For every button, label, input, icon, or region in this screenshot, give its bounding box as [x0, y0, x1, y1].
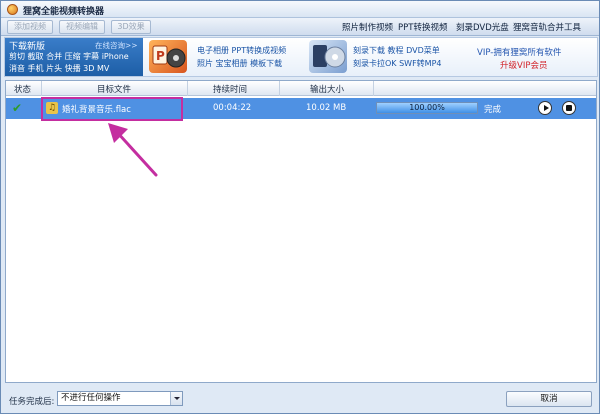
- ppt-to-video-link[interactable]: PPT转换视频: [398, 21, 447, 33]
- film-reel-icon: P: [152, 45, 186, 68]
- col-output-size[interactable]: 输出大小: [310, 83, 344, 95]
- promo-features-row-1[interactable]: 剪切 截取 合并 压缩 字幕 iPhone: [9, 51, 129, 62]
- duration-value: 00:04:22: [213, 103, 252, 113]
- title-bar: 狸窝全能视频转换器: [1, 1, 599, 18]
- burn-dvd-link[interactable]: 刻录DVD光盘: [456, 21, 509, 33]
- window-title: 狸窝全能视频转换器: [23, 7, 105, 17]
- column-divider: [187, 81, 188, 96]
- chevron-down-icon[interactable]: [170, 392, 182, 405]
- status-text: 完成: [484, 105, 502, 115]
- after-task-select-value: 不进行任何操作: [61, 393, 121, 403]
- ppt-promo-icon[interactable]: P: [149, 40, 187, 73]
- play-icon[interactable]: [538, 101, 552, 115]
- col-status[interactable]: 状态: [14, 83, 31, 95]
- audio-merge-tool-link[interactable]: 狸窝音轨合并工具: [513, 21, 581, 33]
- promo-left-panel[interactable]: 下载新版 在线咨询>> 剪切 截取 合并 压缩 字幕 iPhone 消音 手机 …: [5, 38, 143, 76]
- table-header: 状态 目标文件 持续时间 输出大小: [6, 81, 596, 96]
- output-size-value: 10.02 MB: [306, 103, 347, 113]
- toolbar: 添加视频 视频编辑 3D效果 照片制作视频 PPT转换视频 刻录DVD光盘 狸窝…: [1, 18, 599, 36]
- col-target-file[interactable]: 目标文件: [97, 83, 131, 95]
- footer-bar: 任务完成后: 不进行任何操作 取消: [1, 386, 599, 413]
- progress-bar: 100.00%: [376, 102, 478, 114]
- photo-to-video-link[interactable]: 照片制作视频: [342, 21, 393, 33]
- promo-banner: 下载新版 在线咨询>> 剪切 截取 合并 压缩 字幕 iPhone 消音 手机 …: [4, 37, 598, 77]
- column-divider: [373, 81, 374, 96]
- pointer-arrow-icon: [108, 123, 158, 177]
- edit-video-button[interactable]: 视频编辑: [59, 20, 105, 34]
- column-divider: [41, 81, 42, 96]
- col-duration[interactable]: 持续时间: [213, 83, 247, 95]
- task-table: 状态 目标文件 持续时间 输出大小 ✔ ♫ 婚礼背景音乐.flac 00:04:…: [5, 80, 597, 383]
- app-window: 狸窝全能视频转换器 添加视频 视频编辑 3D效果 照片制作视频 PPT转换视频 …: [0, 0, 600, 414]
- dvd-promo-icon[interactable]: [309, 40, 347, 73]
- 3d-effect-button[interactable]: 3D效果: [111, 20, 151, 34]
- column-divider: [279, 81, 280, 96]
- progress-text: 100.00%: [409, 103, 445, 112]
- highlight-box: [41, 97, 183, 121]
- svg-text:P: P: [156, 49, 165, 63]
- online-consult-link[interactable]: 在线咨询>>: [95, 40, 138, 51]
- after-task-label: 任务完成后:: [9, 397, 55, 407]
- cancel-button[interactable]: 取消: [506, 391, 592, 407]
- promo-dvd-line1[interactable]: 刻录下载 教程 DVD菜单: [353, 45, 440, 56]
- after-task-select[interactable]: 不进行任何操作: [57, 391, 183, 406]
- dvd-disc-icon: [313, 45, 346, 68]
- checkmark-icon: ✔: [12, 101, 23, 115]
- vip-promo-text[interactable]: VIP-拥有狸窝所有软件: [477, 46, 561, 58]
- stop-icon[interactable]: [562, 101, 576, 115]
- add-video-button[interactable]: 添加视频: [7, 20, 53, 34]
- promo-ppt-line1[interactable]: 电子相册 PPT转换成视频: [197, 45, 286, 56]
- upgrade-vip-link[interactable]: 升级VIP会员: [500, 59, 547, 71]
- promo-dvd-line2[interactable]: 刻录卡拉OK SWF转MP4: [353, 58, 442, 69]
- promo-features-row-2[interactable]: 消音 手机 片头 快播 3D MV: [9, 63, 109, 74]
- app-logo-icon: [7, 4, 18, 15]
- promo-ppt-line2[interactable]: 照片 宝宝相册 模板下载: [197, 58, 282, 69]
